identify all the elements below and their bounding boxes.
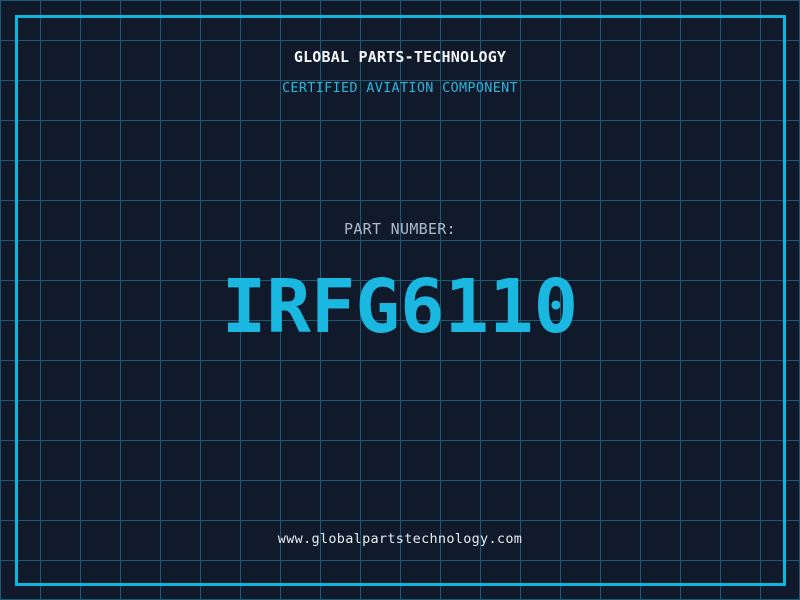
website-url: www.globalpartstechnology.com [277, 531, 523, 547]
part-label-screen: GLOBAL PARTS-TECHNOLOGY CERTIFIED AVIATI… [0, 0, 800, 600]
certification-subtitle: CERTIFIED AVIATION COMPONENT [282, 80, 518, 96]
part-number-label: PART NUMBER: [344, 220, 456, 238]
part-number-value: IRFG6110 [221, 264, 579, 350]
brand-title: GLOBAL PARTS-TECHNOLOGY [293, 48, 507, 66]
